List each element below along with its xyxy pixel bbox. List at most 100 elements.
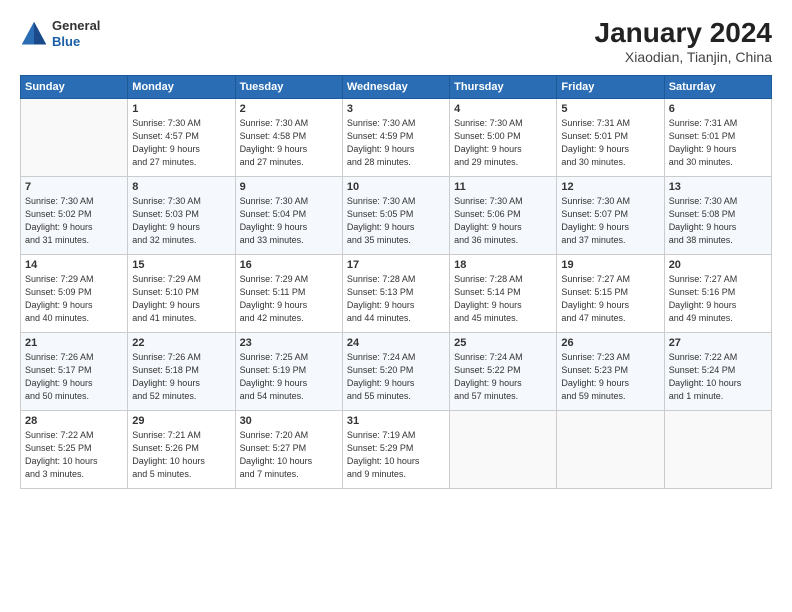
calendar-cell: 7 Sunrise: 7:30 AM Sunset: 5:02 PM Daylig… xyxy=(21,176,128,254)
day-number: 1 xyxy=(132,103,230,115)
day-number: 24 xyxy=(347,337,445,349)
day-number: 9 xyxy=(240,181,338,193)
day-number: 19 xyxy=(561,259,659,271)
day-info: Sunrise: 7:30 AM Sunset: 5:02 PM Dayligh… xyxy=(25,195,123,247)
day-info: Sunrise: 7:29 AM Sunset: 5:10 PM Dayligh… xyxy=(132,273,230,325)
day-info: Sunrise: 7:30 AM Sunset: 4:59 PM Dayligh… xyxy=(347,117,445,169)
calendar-week-row: 7 Sunrise: 7:30 AM Sunset: 5:02 PM Daylig… xyxy=(21,176,772,254)
calendar-cell: 26 Sunrise: 7:23 AM Sunset: 5:23 PM Dayli… xyxy=(557,332,664,410)
day-number: 29 xyxy=(132,415,230,427)
weekday-header: Saturday xyxy=(664,75,771,98)
calendar-cell: 11 Sunrise: 7:30 AM Sunset: 5:06 PM Dayli… xyxy=(450,176,557,254)
page: General Blue January 2024 Xiaodian, Tian… xyxy=(0,0,792,499)
calendar-cell: 8Sunrise: 7:30 AM Sunset: 5:03 PM Daylig… xyxy=(128,176,235,254)
calendar-cell: 28 Sunrise: 7:22 AM Sunset: 5:25 PM Dayli… xyxy=(21,410,128,488)
weekday-header: Friday xyxy=(557,75,664,98)
calendar-cell: 24 Sunrise: 7:24 AM Sunset: 5:20 PM Dayli… xyxy=(342,332,449,410)
calendar-cell: 9Sunrise: 7:30 AM Sunset: 5:04 PM Daylig… xyxy=(235,176,342,254)
calendar-cell: 19 Sunrise: 7:27 AM Sunset: 5:15 PM Dayli… xyxy=(557,254,664,332)
logo-text: General Blue xyxy=(52,18,100,49)
calendar-table: SundayMondayTuesdayWednesdayThursdayFrid… xyxy=(20,75,772,489)
day-number: 26 xyxy=(561,337,659,349)
calendar-week-row: 1 Sunrise: 7:30 AM Sunset: 4:57 PM Daylig… xyxy=(21,98,772,176)
weekday-header: Tuesday xyxy=(235,75,342,98)
day-number: 28 xyxy=(25,415,123,427)
day-number: 23 xyxy=(240,337,338,349)
day-number: 12 xyxy=(561,181,659,193)
calendar-week-row: 21 Sunrise: 7:26 AM Sunset: 5:17 PM Dayli… xyxy=(21,332,772,410)
day-number: 16 xyxy=(240,259,338,271)
day-number: 27 xyxy=(669,337,767,349)
day-number: 4 xyxy=(454,103,552,115)
day-info: Sunrise: 7:29 AM Sunset: 5:09 PM Dayligh… xyxy=(25,273,123,325)
day-info: Sunrise: 7:30 AM Sunset: 4:57 PM Dayligh… xyxy=(132,117,230,169)
logo: General Blue xyxy=(20,18,100,49)
calendar-title: January 2024 xyxy=(595,18,772,49)
day-info: Sunrise: 7:20 AM Sunset: 5:27 PM Dayligh… xyxy=(240,429,338,481)
day-number: 3 xyxy=(347,103,445,115)
day-number: 11 xyxy=(454,181,552,193)
day-info: Sunrise: 7:30 AM Sunset: 5:08 PM Dayligh… xyxy=(669,195,767,247)
day-info: Sunrise: 7:30 AM Sunset: 4:58 PM Dayligh… xyxy=(240,117,338,169)
day-info: Sunrise: 7:29 AM Sunset: 5:11 PM Dayligh… xyxy=(240,273,338,325)
calendar-subtitle: Xiaodian, Tianjin, China xyxy=(595,49,772,65)
calendar-cell: 6Sunrise: 7:31 AM Sunset: 5:01 PM Daylig… xyxy=(664,98,771,176)
title-block: January 2024 Xiaodian, Tianjin, China xyxy=(595,18,772,65)
calendar-week-row: 28 Sunrise: 7:22 AM Sunset: 5:25 PM Dayli… xyxy=(21,410,772,488)
day-info: Sunrise: 7:22 AM Sunset: 5:24 PM Dayligh… xyxy=(669,351,767,403)
day-info: Sunrise: 7:28 AM Sunset: 5:14 PM Dayligh… xyxy=(454,273,552,325)
day-info: Sunrise: 7:21 AM Sunset: 5:26 PM Dayligh… xyxy=(132,429,230,481)
calendar-cell: 2 Sunrise: 7:30 AM Sunset: 4:58 PM Daylig… xyxy=(235,98,342,176)
weekday-header: Sunday xyxy=(21,75,128,98)
day-number: 21 xyxy=(25,337,123,349)
calendar-cell: 10 Sunrise: 7:30 AM Sunset: 5:05 PM Dayli… xyxy=(342,176,449,254)
calendar-cell: 12 Sunrise: 7:30 AM Sunset: 5:07 PM Dayli… xyxy=(557,176,664,254)
day-info: Sunrise: 7:24 AM Sunset: 5:20 PM Dayligh… xyxy=(347,351,445,403)
day-info: Sunrise: 7:30 AM Sunset: 5:05 PM Dayligh… xyxy=(347,195,445,247)
calendar-cell: 30 Sunrise: 7:20 AM Sunset: 5:27 PM Dayli… xyxy=(235,410,342,488)
calendar-cell: 18Sunrise: 7:28 AM Sunset: 5:14 PM Dayli… xyxy=(450,254,557,332)
header-row: SundayMondayTuesdayWednesdayThursdayFrid… xyxy=(21,75,772,98)
weekday-header: Wednesday xyxy=(342,75,449,98)
calendar-cell: 14 Sunrise: 7:29 AM Sunset: 5:09 PM Dayli… xyxy=(21,254,128,332)
day-number: 20 xyxy=(669,259,767,271)
day-number: 30 xyxy=(240,415,338,427)
day-info: Sunrise: 7:30 AM Sunset: 5:07 PM Dayligh… xyxy=(561,195,659,247)
day-number: 25 xyxy=(454,337,552,349)
day-info: Sunrise: 7:23 AM Sunset: 5:23 PM Dayligh… xyxy=(561,351,659,403)
calendar-cell: 3 Sunrise: 7:30 AM Sunset: 4:59 PM Daylig… xyxy=(342,98,449,176)
calendar-cell: 25Sunrise: 7:24 AM Sunset: 5:22 PM Dayli… xyxy=(450,332,557,410)
header: General Blue January 2024 Xiaodian, Tian… xyxy=(20,18,772,65)
calendar-cell: 27 Sunrise: 7:22 AM Sunset: 5:24 PM Dayli… xyxy=(664,332,771,410)
calendar-cell: 29 Sunrise: 7:21 AM Sunset: 5:26 PM Dayli… xyxy=(128,410,235,488)
day-info: Sunrise: 7:22 AM Sunset: 5:25 PM Dayligh… xyxy=(25,429,123,481)
day-number: 31 xyxy=(347,415,445,427)
day-number: 22 xyxy=(132,337,230,349)
day-number: 15 xyxy=(132,259,230,271)
day-number: 2 xyxy=(240,103,338,115)
day-number: 6 xyxy=(669,103,767,115)
day-info: Sunrise: 7:25 AM Sunset: 5:19 PM Dayligh… xyxy=(240,351,338,403)
day-info: Sunrise: 7:26 AM Sunset: 5:18 PM Dayligh… xyxy=(132,351,230,403)
calendar-cell: 22 Sunrise: 7:26 AM Sunset: 5:18 PM Dayli… xyxy=(128,332,235,410)
day-info: Sunrise: 7:30 AM Sunset: 5:06 PM Dayligh… xyxy=(454,195,552,247)
logo-icon xyxy=(20,20,48,48)
day-info: Sunrise: 7:27 AM Sunset: 5:15 PM Dayligh… xyxy=(561,273,659,325)
day-number: 8 xyxy=(132,181,230,193)
calendar-cell: 1 Sunrise: 7:30 AM Sunset: 4:57 PM Daylig… xyxy=(128,98,235,176)
day-number: 5 xyxy=(561,103,659,115)
day-info: Sunrise: 7:30 AM Sunset: 5:00 PM Dayligh… xyxy=(454,117,552,169)
calendar-cell xyxy=(21,98,128,176)
day-number: 14 xyxy=(25,259,123,271)
calendar-cell xyxy=(557,410,664,488)
calendar-cell: 31 Sunrise: 7:19 AM Sunset: 5:29 PM Dayli… xyxy=(342,410,449,488)
day-info: Sunrise: 7:28 AM Sunset: 5:13 PM Dayligh… xyxy=(347,273,445,325)
day-number: 7 xyxy=(25,181,123,193)
day-info: Sunrise: 7:31 AM Sunset: 5:01 PM Dayligh… xyxy=(561,117,659,169)
day-number: 10 xyxy=(347,181,445,193)
calendar-cell xyxy=(664,410,771,488)
day-info: Sunrise: 7:26 AM Sunset: 5:17 PM Dayligh… xyxy=(25,351,123,403)
calendar-cell: 16 Sunrise: 7:29 AM Sunset: 5:11 PM Dayli… xyxy=(235,254,342,332)
day-info: Sunrise: 7:19 AM Sunset: 5:29 PM Dayligh… xyxy=(347,429,445,481)
calendar-cell: 21 Sunrise: 7:26 AM Sunset: 5:17 PM Dayli… xyxy=(21,332,128,410)
